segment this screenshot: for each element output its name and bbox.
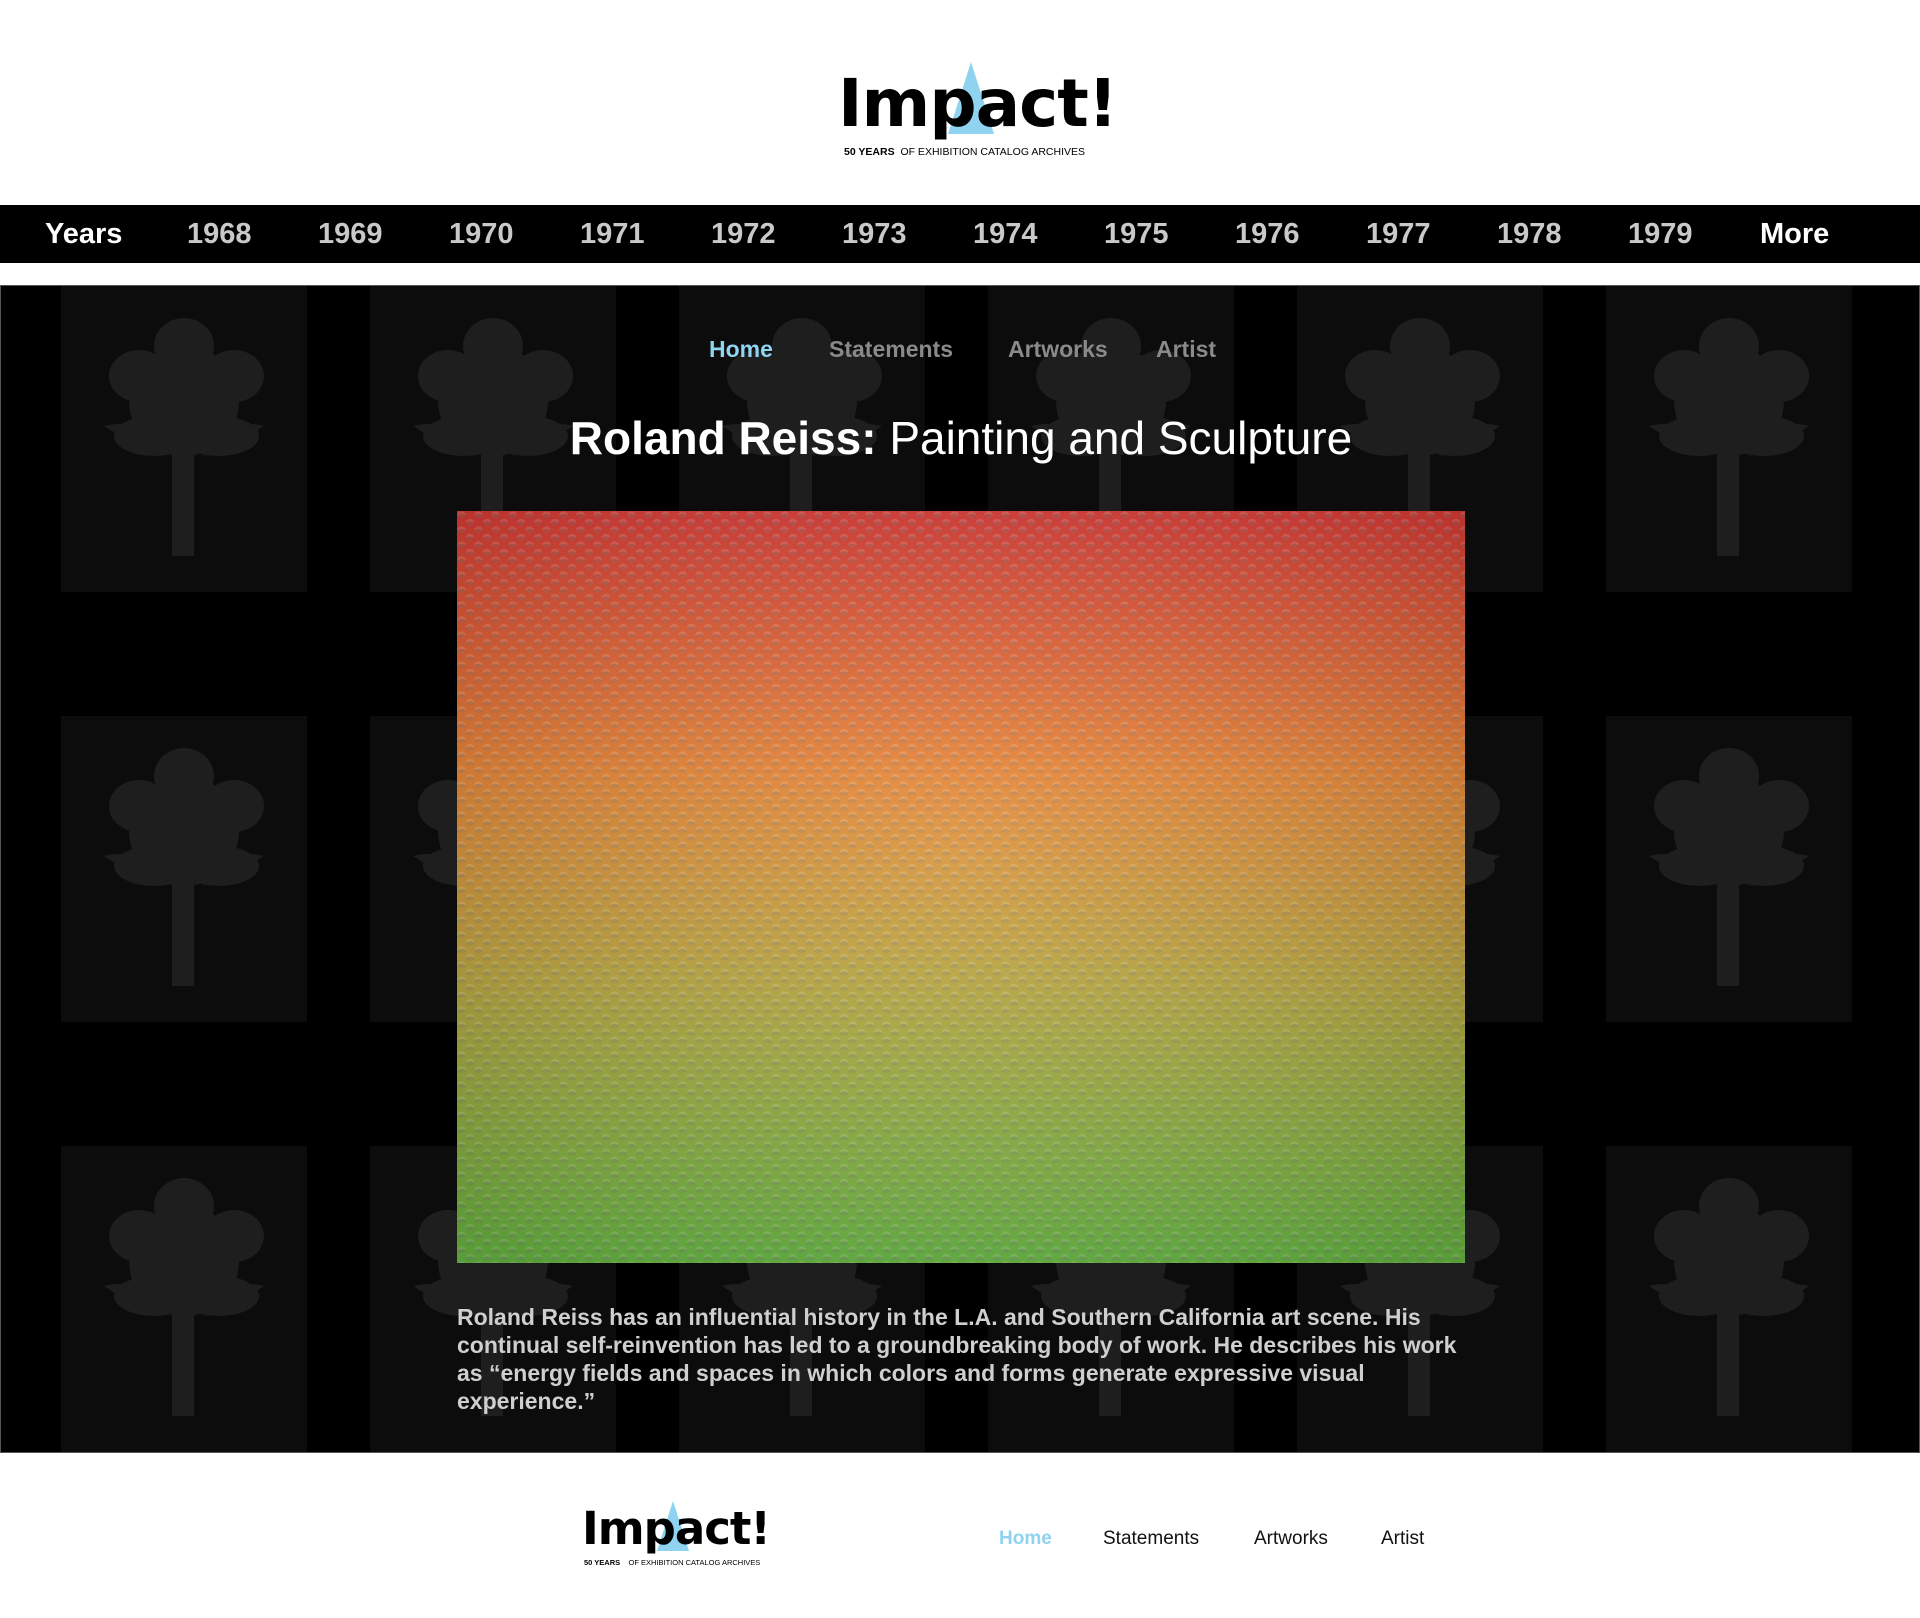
- year-link-1971[interactable]: 1971: [580, 205, 645, 263]
- sub-nav-statements[interactable]: Statements: [829, 336, 953, 363]
- site-footer: Impact! 50 YEARS OF EXHIBITION CATALOG A…: [0, 1453, 1920, 1618]
- artwork-image: [457, 511, 1465, 1263]
- tagline-rest: OF EXHIBITION CATALOG ARCHIVES: [900, 146, 1085, 158]
- year-link-1976[interactable]: 1976: [1235, 205, 1300, 263]
- flower-silhouette-icon: [61, 1146, 307, 1452]
- page-title: Roland Reiss: Painting and Sculpture: [1, 411, 1919, 465]
- footer-nav-statements[interactable]: Statements: [1103, 1528, 1199, 1550]
- year-link-1974[interactable]: 1974: [973, 205, 1038, 263]
- year-link-1978[interactable]: 1978: [1497, 205, 1562, 263]
- tagline-bold: 50 YEARS: [844, 146, 895, 158]
- years-nav: Years 1968 1969 1970 1971 1972 1973 1974…: [0, 205, 1920, 263]
- page-title-bold: Roland Reiss:: [569, 412, 877, 464]
- year-link-1973[interactable]: 1973: [842, 205, 907, 263]
- tagline-bold: 50 YEARS: [584, 1558, 621, 1567]
- sub-nav: Home Statements Artworks Artist: [1, 336, 1919, 376]
- sub-nav-home[interactable]: Home: [709, 336, 773, 363]
- year-link-1975[interactable]: 1975: [1104, 205, 1169, 263]
- footer-nav-artist[interactable]: Artist: [1381, 1528, 1424, 1550]
- year-link-1969[interactable]: 1969: [318, 205, 383, 263]
- flower-silhouette-icon: [1606, 716, 1852, 1022]
- flower-silhouette-icon: [61, 716, 307, 1022]
- years-label[interactable]: Years: [45, 205, 122, 263]
- logo-tagline: 50 YEARS OF EXHIBITION CATALOG ARCHIVES: [844, 146, 1085, 158]
- year-link-1972[interactable]: 1972: [711, 205, 776, 263]
- footer-nav-artworks[interactable]: Artworks: [1254, 1528, 1328, 1550]
- tagline-rest: OF EXHIBITION CATALOG ARCHIVES: [628, 1558, 761, 1567]
- year-link-1968[interactable]: 1968: [187, 205, 252, 263]
- site-logo[interactable]: Impact! 50 YEARS OF EXHIBITION CATALOG A…: [838, 62, 1118, 162]
- year-link-1970[interactable]: 1970: [449, 205, 514, 263]
- sub-nav-artworks[interactable]: Artworks: [1008, 336, 1108, 363]
- flower-silhouette-icon: [1606, 1146, 1852, 1452]
- page-title-rest: Painting and Sculpture: [889, 412, 1353, 464]
- footer-nav-home[interactable]: Home: [999, 1528, 1052, 1550]
- artist-description: Roland Reiss has an influential history …: [457, 1304, 1457, 1414]
- year-link-1979[interactable]: 1979: [1628, 205, 1693, 263]
- logo-wordmark: Impact!: [838, 65, 1118, 142]
- footer-logo-wordmark: Impact!: [582, 1502, 771, 1555]
- main-content: Home Statements Artworks Artist Roland R…: [0, 285, 1920, 1453]
- sub-nav-artist[interactable]: Artist: [1156, 336, 1216, 363]
- footer-logo-tagline: 50 YEARS OF EXHIBITION CATALOG ARCHIVES: [584, 1558, 760, 1567]
- site-header: Impact! 50 YEARS OF EXHIBITION CATALOG A…: [0, 0, 1920, 205]
- year-link-1977[interactable]: 1977: [1366, 205, 1431, 263]
- more-link[interactable]: More: [1760, 205, 1829, 263]
- footer-logo[interactable]: Impact! 50 YEARS OF EXHIBITION CATALOG A…: [582, 1501, 771, 1573]
